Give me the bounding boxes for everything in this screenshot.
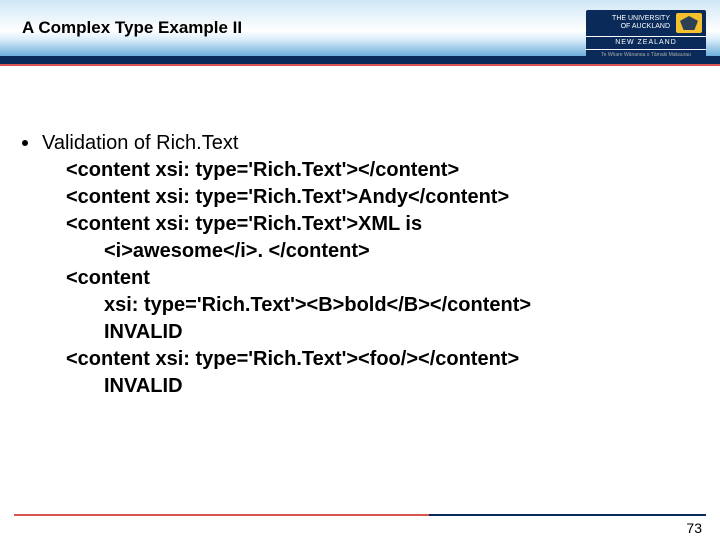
bullet-item: Validation of Rich.Text bbox=[22, 130, 698, 157]
code-line-4: <content bbox=[66, 265, 698, 292]
header-divider bbox=[0, 56, 720, 64]
bullet-icon bbox=[22, 140, 28, 146]
code-line-5b: INVALID bbox=[66, 373, 698, 400]
code-block: <content xsi: type='Rich.Text'></content… bbox=[66, 157, 698, 400]
code-line-5: <content xsi: type='Rich.Text'><foo/></c… bbox=[66, 346, 698, 373]
code-line-2: <content xsi: type='Rich.Text'>Andy</con… bbox=[66, 184, 698, 211]
university-logo: THE UNIVERSITY OF AUCKLAND NEW ZEALAND T… bbox=[586, 10, 706, 60]
slide-title: A Complex Type Example II bbox=[22, 18, 242, 38]
logo-line1: THE UNIVERSITY bbox=[612, 15, 670, 23]
slide-header: A Complex Type Example II THE UNIVERSITY… bbox=[0, 0, 720, 72]
bullet-text: Validation of Rich.Text bbox=[42, 130, 238, 157]
code-line-3b: <i>awesome</i>. </content> bbox=[66, 238, 698, 265]
code-line-1: <content xsi: type='Rich.Text'></content… bbox=[66, 157, 698, 184]
slide-content: Validation of Rich.Text <content xsi: ty… bbox=[22, 130, 698, 400]
code-line-3: <content xsi: type='Rich.Text'>XML is bbox=[66, 211, 698, 238]
page-number: 73 bbox=[686, 520, 702, 536]
crest-icon bbox=[676, 13, 702, 33]
logo-line2: OF AUCKLAND bbox=[612, 23, 670, 31]
footer-divider bbox=[14, 514, 706, 516]
code-line-4c: INVALID bbox=[66, 319, 698, 346]
logo-mid: NEW ZEALAND bbox=[586, 36, 706, 50]
code-line-4b: xsi: type='Rich.Text'><B>bold</B></conte… bbox=[66, 292, 698, 319]
